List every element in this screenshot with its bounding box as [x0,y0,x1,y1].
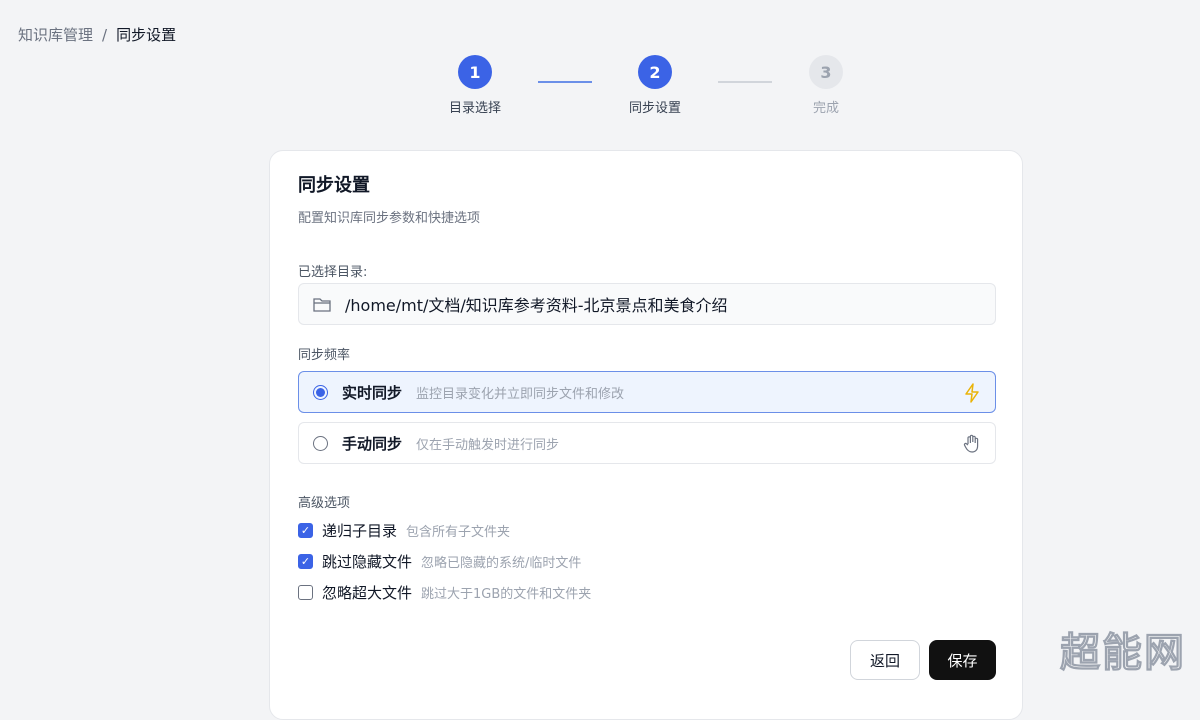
breadcrumb-current: 同步设置 [116,26,176,44]
watermark: 超能网 [1060,620,1186,678]
step-1: 1 目录选择 [435,55,515,116]
check-desc: 忽略已隐藏的系统/临时文件 [421,552,581,571]
sync-settings-card: 同步设置 配置知识库同步参数和快捷选项 已选择目录: /home/mt/文档/知… [269,150,1023,720]
breadcrumb: 知识库管理 / 同步设置 [18,24,176,45]
step-number: 3 [809,55,843,89]
directory-path: /home/mt/文档/知识库参考资料-北京景点和美食介绍 [345,292,728,316]
option-name: 手动同步 [342,433,402,454]
radio-selected[interactable] [313,385,328,400]
checkbox-checked[interactable]: ✓ [298,554,313,569]
checkbox-skip-hidden[interactable]: ✓ 跳过隐藏文件忽略已隐藏的系统/临时文件 [298,551,581,572]
step-label: 目录选择 [435,97,515,116]
check-name: 忽略超大文件 [322,582,412,603]
check-name: 跳过隐藏文件 [322,551,412,572]
card-title: 同步设置 [298,171,370,197]
step-number: 2 [638,55,672,89]
option-realtime-sync[interactable]: 实时同步 监控目录变化并立即同步文件和修改 [298,371,996,413]
breadcrumb-separator: / [102,26,107,44]
back-button[interactable]: 返回 [850,640,920,680]
breadcrumb-item-knowledge-base[interactable]: 知识库管理 [18,26,93,44]
hand-icon [963,434,981,454]
frequency-label: 同步频率 [298,344,350,363]
checkbox-checked[interactable]: ✓ [298,523,313,538]
radio-unselected[interactable] [313,436,328,451]
check-desc: 包含所有子文件夹 [406,521,510,540]
checkbox-unchecked[interactable] [298,585,313,600]
option-name: 实时同步 [342,382,402,403]
checkbox-recursive[interactable]: ✓ 递归子目录包含所有子文件夹 [298,520,510,541]
card-subtitle: 配置知识库同步参数和快捷选项 [298,207,480,226]
step-connector [718,81,772,83]
dir-label: 已选择目录: [298,261,367,280]
checkbox-ignore-large[interactable]: 忽略超大文件跳过大于1GB的文件和文件夹 [298,582,591,603]
step-connector [538,81,592,83]
lightning-icon [963,383,981,403]
step-3: 3 完成 [786,55,866,116]
save-button[interactable]: 保存 [929,640,996,680]
selected-directory: /home/mt/文档/知识库参考资料-北京景点和美食介绍 [298,283,996,325]
check-desc: 跳过大于1GB的文件和文件夹 [421,583,591,602]
check-name: 递归子目录 [322,520,397,541]
step-number: 1 [458,55,492,89]
advanced-label: 高级选项 [298,492,350,511]
step-label: 同步设置 [615,97,695,116]
option-manual-sync[interactable]: 手动同步 仅在手动触发时进行同步 [298,422,996,464]
option-desc: 监控目录变化并立即同步文件和修改 [416,383,624,402]
option-desc: 仅在手动触发时进行同步 [416,434,559,453]
step-2: 2 同步设置 [615,55,695,116]
folder-icon [313,297,331,312]
step-label: 完成 [786,97,866,116]
